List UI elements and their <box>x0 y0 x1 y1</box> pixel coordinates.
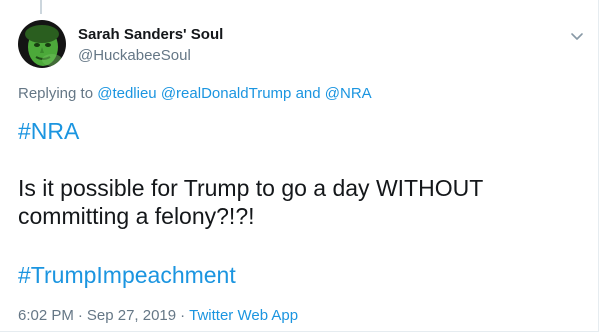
tweet-body-line-1: Is it possible for Trump to go a day WIT… <box>18 175 484 201</box>
replying-prefix: Replying to <box>18 85 94 102</box>
tweet-hashtag-top: #NRA <box>18 117 79 145</box>
tweet-metadata: 6:02 PM · Sep 27, 2019 · Twitter Web App <box>18 307 298 324</box>
avatar[interactable] <box>18 20 66 68</box>
chevron-down-icon[interactable] <box>569 28 585 44</box>
tweet-source-link[interactable]: Twitter Web App <box>189 307 298 324</box>
replying-to-line: Replying to @tedlieu @realDonaldTrump an… <box>18 85 372 102</box>
meta-separator-2: · <box>180 307 186 324</box>
mention-link-tedlieu[interactable]: @tedlieu <box>97 85 156 102</box>
meta-separator: · <box>77 307 83 324</box>
tweet-date[interactable]: Sep 27, 2019 <box>87 307 176 324</box>
thread-connector-line <box>40 0 42 14</box>
mention-link-nra[interactable]: @NRA <box>325 85 372 102</box>
tweet-time[interactable]: 6:02 PM <box>18 307 74 324</box>
tweet-hashtag-bottom: #TrumpImpeachment <box>18 261 236 289</box>
mention-conjunction: and <box>295 85 321 102</box>
display-name[interactable]: Sarah Sanders' Soul <box>78 26 223 43</box>
avatar-image <box>18 20 66 68</box>
tweet-body-line-2: committing a felony?!?! <box>18 203 255 229</box>
hashtag-link-nra[interactable]: #NRA <box>18 118 79 144</box>
hashtag-link-trumpimpeachment[interactable]: #TrumpImpeachment <box>18 262 236 288</box>
mention-link-realdonaldtrump[interactable]: @realDonaldTrump <box>161 85 292 102</box>
user-handle[interactable]: @HuckabeeSoul <box>78 47 191 64</box>
